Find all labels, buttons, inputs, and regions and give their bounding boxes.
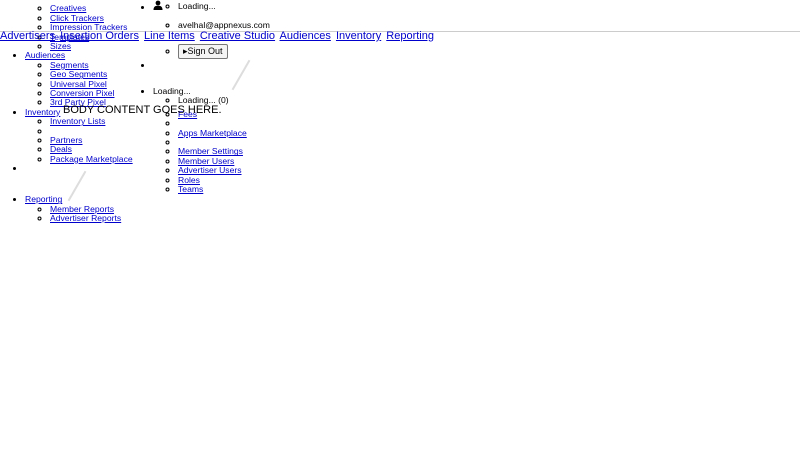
sign-out-button[interactable]: ▸Sign Out bbox=[178, 44, 228, 59]
top-nav-advertisers[interactable]: Advertisers bbox=[0, 30, 55, 42]
apps-marketplace-link[interactable]: Apps Marketplace bbox=[178, 128, 247, 138]
user-account-submenu: Loading... avelhal@appnexus.com ▸Sign Ou… bbox=[153, 1, 343, 59]
sign-out-item[interactable]: ▸Sign Out bbox=[178, 44, 343, 59]
user-email: avelhal@appnexus.com bbox=[178, 20, 343, 30]
user-icon-svg bbox=[153, 0, 163, 10]
menu-item-reporting[interactable]: Reporting Member Reports Advertiser Repo… bbox=[25, 195, 170, 223]
user-menu-account[interactable]: Loading... avelhal@appnexus.com ▸Sign Ou… bbox=[153, 0, 343, 59]
body-content: BODY CONTENT GOES HERE. bbox=[63, 104, 222, 116]
sign-out-label: Sign Out bbox=[187, 46, 223, 56]
reporting-submenu: Member Reports Advertiser Reports bbox=[25, 204, 170, 224]
user-spacer-2 bbox=[178, 31, 343, 40]
admin-item-apps-marketplace[interactable]: Apps Marketplace bbox=[178, 128, 343, 138]
user-menu-list: Loading... avelhal@appnexus.com ▸Sign Ou… bbox=[143, 0, 343, 194]
top-nav-reporting[interactable]: Reporting bbox=[386, 30, 434, 42]
admin-item-teams[interactable]: Teams bbox=[178, 184, 343, 194]
user-menu-separator bbox=[153, 61, 343, 87]
inventory-lists-link[interactable]: Inventory Lists bbox=[50, 116, 105, 126]
user-loading-text: Loading... bbox=[178, 1, 343, 11]
top-nav: Advertisers Insertion Orders Line Items … bbox=[0, 30, 800, 42]
user-icon[interactable] bbox=[153, 0, 163, 10]
teams-link[interactable]: Teams bbox=[178, 184, 203, 194]
submenu-item-advertiser-reports[interactable]: Advertiser Reports bbox=[50, 213, 170, 223]
top-nav-insertion-orders[interactable]: Insertion Orders bbox=[60, 30, 139, 42]
package-marketplace-link[interactable]: Package Marketplace bbox=[50, 154, 133, 164]
advertiser-reports-link[interactable]: Advertiser Reports bbox=[50, 213, 121, 223]
user-menu: Loading... avelhal@appnexus.com ▸Sign Ou… bbox=[143, 0, 343, 194]
admin-item-advertiser-users[interactable]: Advertiser Users bbox=[178, 166, 343, 175]
